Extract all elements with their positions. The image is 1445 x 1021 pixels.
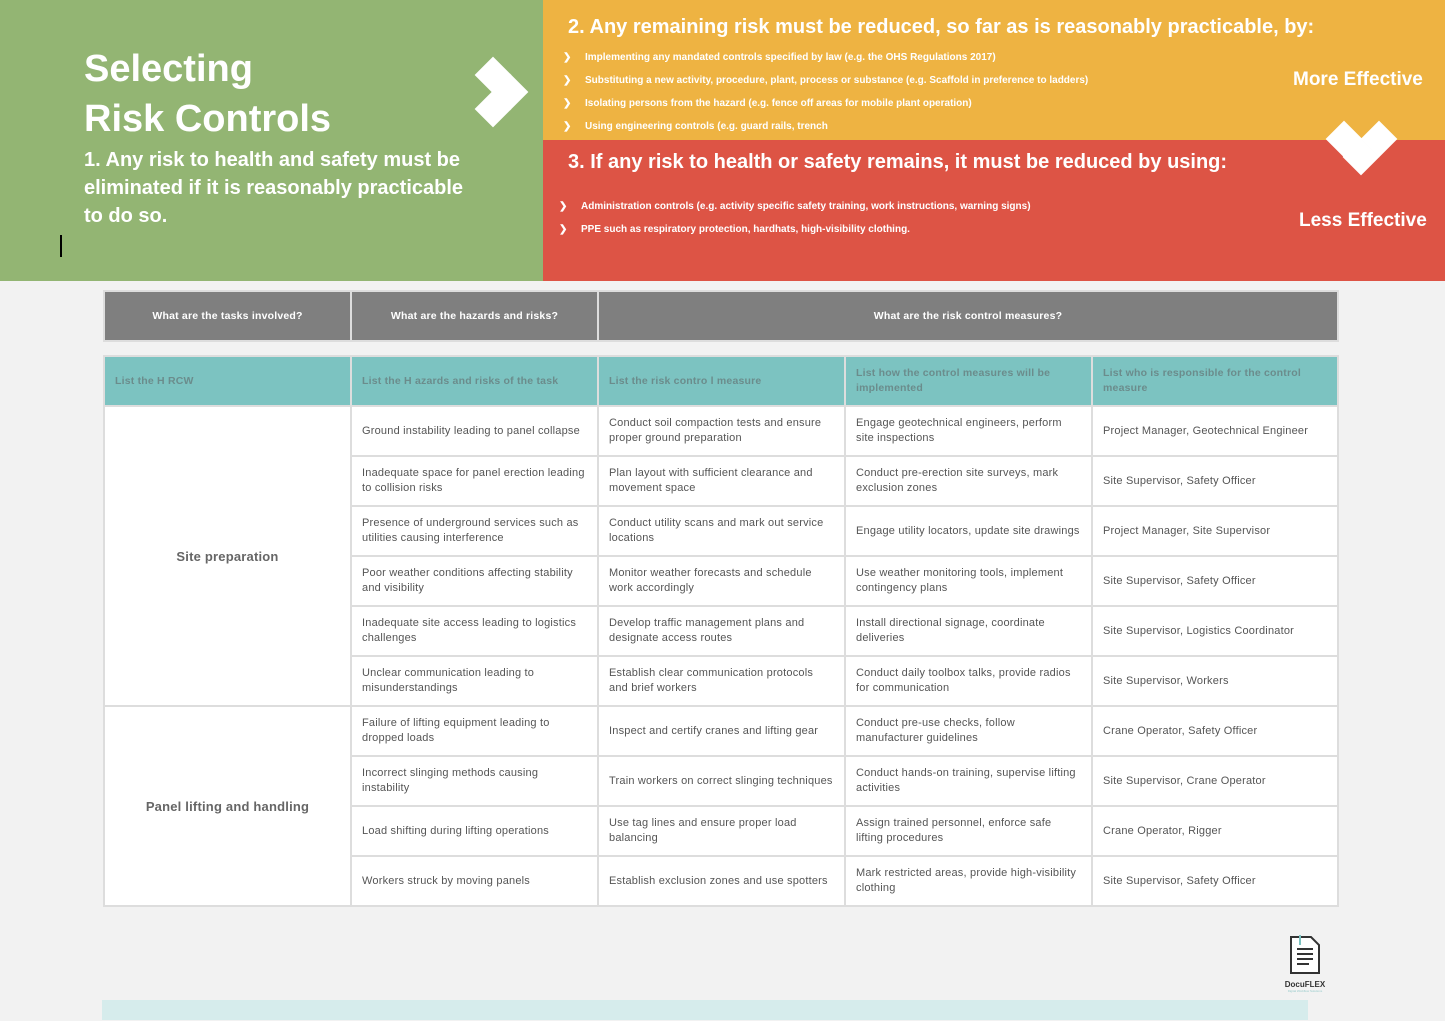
- chevron-right-icon: ❯: [563, 98, 572, 109]
- task-cell: Site preparation: [103, 405, 352, 707]
- step2-panel: 2. Any remaining risk must be reduced, s…: [543, 0, 1445, 140]
- control-cell: Train workers on correct slinging techni…: [597, 755, 846, 807]
- control-cell: Plan layout with sufficient clearance an…: [597, 455, 846, 507]
- docuflex-logo: DocuFLEX Digital Workflow Solutions: [1280, 935, 1330, 993]
- hazard-cell: Ground instability leading to panel coll…: [350, 405, 599, 457]
- implementation-cell: Conduct hands-on training, supervise lif…: [844, 755, 1093, 807]
- table-row: Site preparation Ground instability leadi…: [103, 405, 1339, 707]
- control-cell: Establish clear communication protocols …: [597, 655, 846, 707]
- responsible-cell: Crane Operator, Safety Officer: [1091, 705, 1339, 757]
- control-cell: Conduct utility scans and mark out servi…: [597, 505, 846, 557]
- responsible-cell: Site Supervisor, Safety Officer: [1091, 455, 1339, 507]
- implementation-cell: Install directional signage, coordinate …: [844, 605, 1093, 657]
- questions-table: What are the tasks involved? What are the…: [103, 290, 1339, 342]
- text-cursor: [60, 235, 62, 257]
- responsible-cell: Crane Operator, Rigger: [1091, 805, 1339, 857]
- implementation-cell: Assign trained personnel, enforce safe l…: [844, 805, 1093, 857]
- control-cell: Establish exclusion zones and use spotte…: [597, 855, 846, 907]
- hazard-cell: Incorrect slinging methods causing insta…: [350, 755, 599, 807]
- hazard-cell: Failure of lifting equipment leading to …: [350, 705, 599, 757]
- implementation-cell: Conduct pre-use checks, follow manufactu…: [844, 705, 1093, 757]
- implementation-cell: Use weather monitoring tools, implement …: [844, 555, 1093, 607]
- hazard-cell: Workers struck by moving panels: [350, 855, 599, 907]
- responsible-cell: Site Supervisor, Safety Officer: [1091, 555, 1339, 607]
- implementation-cell: Engage geotechnical engineers, perform s…: [844, 405, 1093, 457]
- item-text: Implementing any mandated controls speci…: [585, 52, 996, 63]
- control-cell: Conduct soil compaction tests and ensure…: [597, 405, 846, 457]
- item-text: PPE such as respiratory protection, hard…: [581, 224, 910, 235]
- chevron-right-icon: ❯: [559, 224, 568, 235]
- step2-item: ❯ Using engineering controls (e.g. guard …: [563, 121, 828, 132]
- hazard-cell: Inadequate site access leading to logist…: [350, 605, 599, 657]
- step3-panel: 3. If any risk to health or safety remai…: [543, 140, 1445, 281]
- hazard-cell: Poor weather conditions affecting stabil…: [350, 555, 599, 607]
- hazard-cell: Load shifting during lifting operations: [350, 805, 599, 857]
- step3-item: ❯ PPE such as respiratory protection, har…: [559, 224, 910, 235]
- chevron-right-icon: ❯: [563, 52, 572, 63]
- item-text: Administration controls (e.g. activity s…: [581, 201, 1031, 212]
- col-implementation: List how the control measures will be im…: [844, 355, 1093, 407]
- step3-heading: 3. If any risk to health or safety remai…: [568, 151, 1228, 173]
- page-title: Selecting Risk Controls: [84, 44, 331, 144]
- implementation-cell: Engage utility locators, update site dra…: [844, 505, 1093, 557]
- title-line1: Selecting: [84, 48, 253, 90]
- hazard-cell: Unclear communication leading to misunde…: [350, 655, 599, 707]
- responsible-cell: Site Supervisor, Logistics Coordinator: [1091, 605, 1339, 657]
- col-hrcw: List the H RCW: [103, 355, 352, 407]
- item-text: Using engineering controls (e.g. guard r…: [585, 121, 828, 132]
- control-cell: Inspect and certify cranes and lifting g…: [597, 705, 846, 757]
- column-headers: List the H RCW List the H azards and ris…: [103, 355, 1339, 407]
- question-tasks: What are the tasks involved?: [103, 290, 352, 342]
- footer-strip: [102, 1000, 1308, 1020]
- table-row: Panel lifting and handling Failure of lif…: [103, 705, 1339, 907]
- control-cell: Monitor weather forecasts and schedule w…: [597, 555, 846, 607]
- step3-item: ❯ Administration controls (e.g. activity …: [559, 201, 1031, 212]
- col-responsible: List who is responsible for the control …: [1091, 355, 1339, 407]
- step2-item: ❯ Substituting a new activity, procedure,…: [563, 75, 1088, 86]
- task-cell: Panel lifting and handling: [103, 705, 352, 907]
- col-control: List the risk contro l measure: [597, 355, 846, 407]
- document-icon: [1290, 935, 1320, 974]
- step1-text: 1. Any risk to health and safety must be…: [84, 149, 464, 227]
- implementation-cell: Mark restricted areas, provide high-visi…: [844, 855, 1093, 907]
- chevron-right-icon: ❯: [559, 201, 568, 212]
- chevron-right-icon: ❯: [563, 75, 572, 86]
- item-text: Isolating persons from the hazard (e.g. …: [585, 98, 972, 109]
- responsible-cell: Site Supervisor, Workers: [1091, 655, 1339, 707]
- question-hazards: What are the hazards and risks?: [350, 290, 599, 342]
- step2-item: ❯ Implementing any mandated controls spec…: [563, 52, 996, 63]
- implementation-cell: Conduct daily toolbox talks, provide rad…: [844, 655, 1093, 707]
- control-cell: Develop traffic management plans and des…: [597, 605, 846, 657]
- responsible-cell: Project Manager, Geotechnical Engineer: [1091, 405, 1339, 457]
- implementation-cell: Conduct pre-erection site surveys, mark …: [844, 455, 1093, 507]
- step2-item: ❯ Isolating persons from the hazard (e.g.…: [563, 98, 972, 109]
- responsible-cell: Site Supervisor, Safety Officer: [1091, 855, 1339, 907]
- responsible-cell: Project Manager, Site Supervisor: [1091, 505, 1339, 557]
- less-effective-label: Less Effective: [1299, 210, 1427, 231]
- risk-table: List the H RCW List the H azards and ris…: [103, 355, 1339, 907]
- hazard-cell: Inadequate space for panel erection lead…: [350, 455, 599, 507]
- logo-tagline: Digital Workflow Solutions: [1287, 989, 1323, 993]
- more-effective-label: More Effective: [1293, 69, 1423, 90]
- chevron-right-icon: ❯: [563, 121, 572, 132]
- question-controls: What are the risk control measures?: [597, 290, 1339, 342]
- intro-panel: Selecting Risk Controls 1. Any risk to he…: [0, 0, 543, 281]
- step2-heading: 2. Any remaining risk must be reduced, s…: [568, 16, 1315, 38]
- hazard-cell: Presence of underground services such as…: [350, 505, 599, 557]
- item-text: Substituting a new activity, procedure, …: [585, 75, 1089, 86]
- responsible-cell: Site Supervisor, Crane Operator: [1091, 755, 1339, 807]
- control-cell: Use tag lines and ensure proper load bal…: [597, 805, 846, 857]
- logo-name: DocuFLEX: [1284, 980, 1326, 989]
- title-line2: Risk Controls: [84, 98, 332, 140]
- col-hazards: List the H azards and risks of the task: [350, 355, 599, 407]
